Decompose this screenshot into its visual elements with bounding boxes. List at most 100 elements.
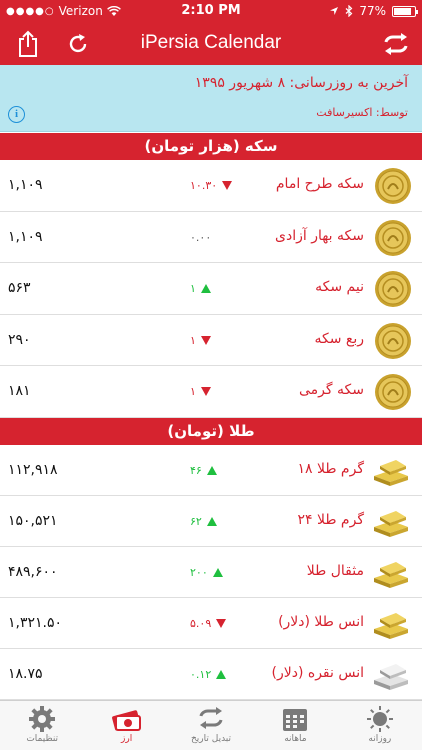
list-item[interactable]: ۱۸۱ ۱ سکه گرمی	[0, 366, 422, 418]
item-name: گرم طلا ۱۸	[297, 461, 364, 477]
gold-coin-icon	[374, 373, 412, 415]
change-value: ۱	[190, 385, 196, 399]
gold-coin-icon	[374, 270, 412, 312]
arrow-down-icon	[200, 335, 211, 345]
arrow-up-icon	[216, 670, 227, 679]
tab-settings[interactable]: تنظیمات	[0, 701, 84, 750]
sun-icon	[366, 706, 393, 732]
tab-label-monthly: ماهانه	[284, 734, 307, 744]
list-item[interactable]: ۱۱۲,۹۱۸ ۴۶ گرم طلا ۱۸	[0, 445, 422, 496]
gold-bar-icon	[370, 607, 412, 645]
list-item[interactable]: ۱,۱۰۹ ۱۰.۳۰ سکه طرح امام	[0, 160, 422, 212]
arrow-up-icon	[200, 284, 211, 294]
price-change: ۵.۰۹	[190, 617, 227, 630]
price-value: ۱,۳۲۱.۵۰	[8, 615, 63, 631]
status-bar: ●●●●○ Verizon 2:10 PM 77%	[0, 0, 422, 22]
bluetooth-icon	[345, 5, 353, 17]
gold-coin-icon	[374, 219, 412, 261]
price-value: ۱,۱۰۹	[8, 228, 43, 245]
update-banner: آخرین به روزرسانی: ۸ شهریور ۱۳۹۵ توسط: ا…	[0, 65, 422, 132]
app-title: iPersia Calendar	[140, 32, 282, 53]
price-change: ۰.۱۲	[190, 668, 227, 681]
price-value: ۱۸.۷۵	[8, 666, 43, 682]
swap-button[interactable]	[380, 28, 412, 60]
gold-bar-icon	[370, 454, 412, 492]
price-value: ۱۵۰,۵۲۱	[8, 513, 58, 529]
tab-label-settings: تنظیمات	[26, 734, 59, 744]
swap-arrows-icon	[384, 33, 408, 55]
tab-label-currency: ارز	[121, 734, 133, 744]
change-value: ۱۰.۳۰	[190, 179, 218, 192]
list-item[interactable]: ۱۸.۷۵ ۰.۱۲ انس نقره (دلار)	[0, 649, 422, 700]
item-name: نیم سکه	[315, 279, 364, 296]
item-name: گرم طلا ۲۴	[297, 512, 364, 528]
change-value: ۵.۰۹	[190, 617, 212, 630]
gold-coin-icon	[374, 322, 412, 364]
item-name: سکه گرمی	[299, 382, 364, 399]
price-change: ۲۰۰	[190, 566, 223, 579]
change-value: ۱	[190, 282, 196, 296]
arrow-down-icon	[200, 387, 211, 397]
battery-icon	[392, 5, 418, 17]
item-name: انس طلا (دلار)	[278, 614, 364, 630]
price-change: ۶۲	[190, 515, 217, 528]
change-value: ۲۰۰	[190, 566, 208, 579]
tab-monthly[interactable]: ماهانه	[253, 701, 337, 750]
item-name: انس نقره (دلار)	[271, 665, 364, 681]
nav-bar: iPersia Calendar	[0, 22, 422, 65]
location-icon	[330, 7, 339, 15]
change-value: ۱	[190, 333, 196, 347]
list-item[interactable]: ۲۹۰ ۱ ربع سکه	[0, 314, 422, 367]
list-item[interactable]: ۱۵۰,۵۲۱ ۶۲ گرم طلا ۲۴	[0, 496, 422, 547]
gear-icon	[29, 706, 56, 732]
arrow-up-icon	[206, 466, 217, 475]
tab-label-date-convert: تبدیل تاریخ	[190, 734, 232, 744]
publisher-text: توسط: اکسیرسافت	[316, 106, 408, 119]
convert-icon	[199, 707, 223, 729]
item-name: سکه بهار آزادی	[275, 227, 364, 244]
silver-bar-icon	[370, 658, 412, 696]
arrow-down-icon	[216, 619, 227, 628]
gold-section-header: طلا (تومان)	[0, 418, 422, 445]
price-change: ۱	[190, 334, 211, 347]
price-change: ۱	[190, 385, 211, 398]
status-right: 77%	[329, 4, 418, 18]
change-value: ۰.۱۲	[190, 668, 212, 681]
tab-daily[interactable]: روزانه	[338, 701, 422, 750]
gold-bar-icon	[370, 505, 412, 543]
price-value: ۴۸۹,۶۰۰	[8, 564, 58, 580]
price-value: ۱۱۲,۹۱۸	[8, 462, 58, 478]
tab-date-convert[interactable]: تبدیل تاریخ	[169, 701, 253, 750]
currency-icon	[111, 710, 141, 731]
price-change: ۱۰.۳۰	[190, 179, 233, 192]
tab-currency[interactable]: ارز	[84, 701, 168, 750]
change-value: ۴۶	[190, 464, 202, 477]
gold-bar-icon	[370, 556, 412, 594]
list-item[interactable]: ۴۸۹,۶۰۰ ۲۰۰ مثقال طلا	[0, 547, 422, 598]
price-change: ۴۶	[190, 464, 217, 477]
change-value: ۶۲	[190, 515, 202, 528]
list-item[interactable]: ۱,۱۰۹ ۰.۰۰ سکه بهار آزادی	[0, 211, 422, 264]
price-value: ۵۶۳	[8, 280, 31, 297]
item-name: مثقال طلا	[306, 563, 364, 579]
battery-percent: 77%	[359, 4, 386, 18]
info-icon[interactable]: i	[8, 106, 25, 123]
list-item[interactable]: ۱,۳۲۱.۵۰ ۵.۰۹ انس طلا (دلار)	[0, 598, 422, 649]
price-change: ۰.۰۰	[190, 231, 211, 244]
gold-coin-icon	[374, 167, 412, 209]
price-change: ۱	[190, 282, 211, 295]
calendar-icon	[283, 709, 308, 731]
tab-label-daily: روزانه	[368, 734, 392, 744]
arrow-up-icon	[206, 517, 217, 526]
item-name: ربع سکه	[314, 330, 364, 347]
price-value: ۱۸۱	[8, 383, 31, 400]
change-value: ۰.۰۰	[190, 230, 212, 244]
price-value: ۲۹۰	[8, 331, 31, 348]
arrow-up-icon	[212, 568, 223, 577]
last-update-text: آخرین به روزرسانی: ۸ شهریور ۱۳۹۵	[194, 75, 408, 91]
coin-section-header: سکه (هزار تومان)	[0, 133, 422, 160]
list-item[interactable]: ۵۶۳ ۱ نیم سکه	[0, 263, 422, 315]
arrow-down-icon	[222, 181, 233, 190]
tab-bar: تنظیمات ارز تبدیل تاریخ ماهانه روزانه	[0, 700, 422, 750]
item-name: سکه طرح امام	[275, 176, 364, 192]
